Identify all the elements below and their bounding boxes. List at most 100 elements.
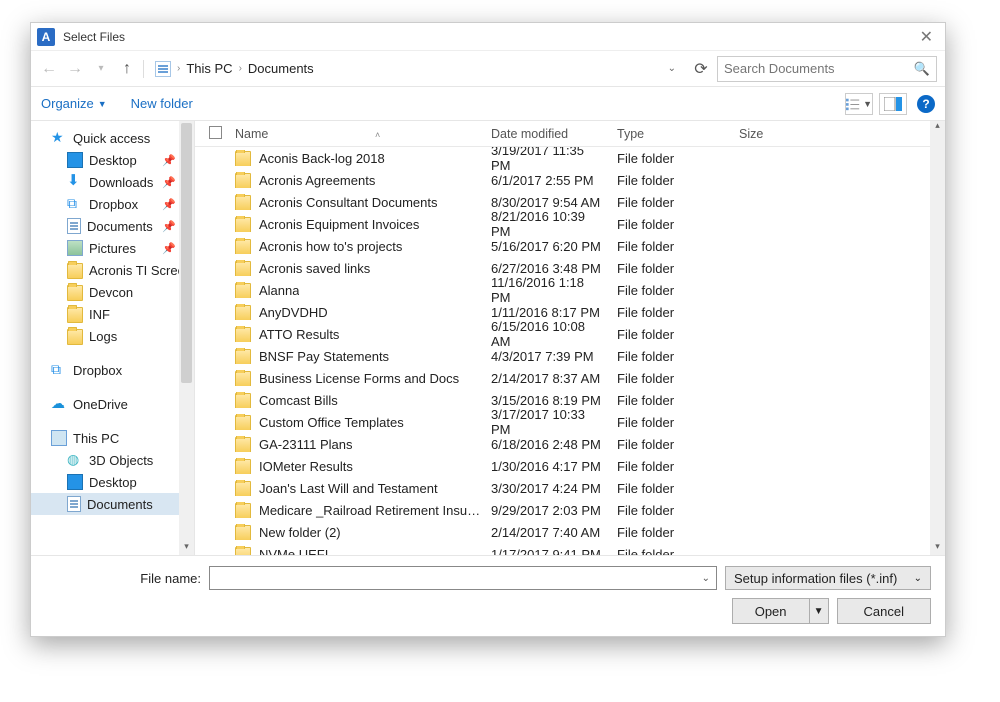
address-bar[interactable]: › This PC › Documents ⌄: [150, 56, 685, 82]
tree-item[interactable]: Desktop 📌: [31, 149, 194, 171]
search-input[interactable]: [724, 61, 914, 76]
chevron-right-icon[interactable]: ›: [173, 63, 184, 74]
chevron-right-icon[interactable]: ›: [235, 63, 246, 74]
file-row[interactable]: Alanna11/16/2016 1:18 PMFile folder: [195, 279, 930, 301]
3d-objects-icon: ◍: [67, 452, 83, 468]
file-row[interactable]: NVMe UEFI1/17/2017 9:41 PMFile folder: [195, 543, 930, 555]
open-button[interactable]: Open ▼: [732, 598, 829, 624]
desktop-icon: [67, 474, 83, 490]
file-type: File folder: [607, 481, 729, 496]
tree-item[interactable]: ◍ 3D Objects: [31, 449, 194, 471]
column-type[interactable]: Type: [607, 127, 729, 141]
file-row[interactable]: Acronis how to's projects5/16/2017 6:20 …: [195, 235, 930, 257]
scroll-up-icon[interactable]: ▴: [930, 121, 945, 135]
breadcrumb[interactable]: This PC: [184, 59, 234, 78]
file-row[interactable]: Medicare _Railroad Retirement Insura...9…: [195, 499, 930, 521]
file-row[interactable]: ATTO Results6/15/2016 10:08 AMFile folde…: [195, 323, 930, 345]
folder-icon: [235, 349, 251, 364]
tree-item[interactable]: Logs: [31, 325, 194, 347]
file-row[interactable]: Acronis Equipment Invoices8/21/2016 10:3…: [195, 213, 930, 235]
scroll-down-icon[interactable]: ▾: [930, 541, 945, 555]
tree-item[interactable]: ⧉Dropbox📌: [31, 193, 194, 215]
toolbar: Organize▼ New folder ▼ ?: [31, 87, 945, 121]
file-row[interactable]: Joan's Last Will and Testament3/30/2017 …: [195, 477, 930, 499]
recent-dropdown[interactable]: ▾: [91, 59, 111, 79]
file-name: Alanna: [259, 283, 299, 298]
file-type: File folder: [607, 195, 729, 210]
organize-menu[interactable]: Organize▼: [41, 96, 107, 111]
nav-bar: ← → ▾ ↑ › This PC › Documents ⌄ ⟳ 🔍: [31, 51, 945, 87]
tree-item[interactable]: Desktop: [31, 471, 194, 493]
tree-item-label: 3D Objects: [89, 453, 153, 468]
breadcrumb[interactable]: Documents: [246, 59, 316, 78]
column-size[interactable]: Size: [729, 127, 809, 141]
refresh-button[interactable]: ⟳: [691, 59, 711, 79]
file-row[interactable]: BNSF Pay Statements4/3/2017 7:39 PMFile …: [195, 345, 930, 367]
file-name-label: File name:: [45, 571, 201, 586]
tree-group-onedrive[interactable]: ☁ OneDrive: [31, 393, 194, 415]
help-button[interactable]: ?: [917, 95, 935, 113]
file-name-input[interactable]: ⌄: [209, 566, 717, 590]
tree-item[interactable]: Devcon: [31, 281, 194, 303]
file-scrollbar[interactable]: ▴ ▾: [930, 121, 945, 555]
folder-icon: [235, 437, 251, 452]
tree-item[interactable]: Documents📌: [31, 215, 194, 237]
file-row[interactable]: IOMeter Results1/30/2016 4:17 PMFile fol…: [195, 455, 930, 477]
tree-group-this-pc[interactable]: This PC: [31, 427, 194, 449]
file-row[interactable]: Custom Office Templates3/17/2017 10:33 P…: [195, 411, 930, 433]
cancel-button[interactable]: Cancel: [837, 598, 931, 624]
folder-icon: [235, 481, 251, 496]
search-icon[interactable]: 🔍: [914, 61, 930, 77]
file-type: File folder: [607, 459, 729, 474]
file-row[interactable]: Business License Forms and Docs2/14/2017…: [195, 367, 930, 389]
file-name: ATTO Results: [259, 327, 339, 342]
folder-icon: [235, 525, 251, 540]
tree-item[interactable]: INF: [31, 303, 194, 325]
chevron-down-icon: ⌄: [914, 573, 922, 584]
close-button[interactable]: ✕: [914, 27, 939, 47]
back-button[interactable]: ←: [39, 59, 59, 79]
search-box[interactable]: 🔍: [717, 56, 937, 82]
file-date: 9/29/2017 2:03 PM: [481, 503, 607, 518]
file-type: File folder: [607, 151, 729, 166]
file-type: File folder: [607, 393, 729, 408]
main-area: ▴ ▾ ★ Quick access Desktop 📌 ⬇Downloads📌⧉D…: [31, 121, 945, 555]
tree-group-dropbox[interactable]: ⧉ Dropbox: [31, 359, 194, 381]
file-row[interactable]: Aconis Back-log 20183/19/2017 11:35 PMFi…: [195, 147, 930, 169]
pin-icon: 📌: [162, 154, 176, 167]
file-row[interactable]: New folder (2)2/14/2017 7:40 AMFile fold…: [195, 521, 930, 543]
file-type-filter[interactable]: Setup information files (*.inf) ⌄: [725, 566, 931, 590]
file-type: File folder: [607, 415, 729, 430]
folder-icon: [67, 285, 83, 301]
file-name: Aconis Back-log 2018: [259, 151, 385, 166]
forward-button[interactable]: →: [65, 59, 85, 79]
up-button[interactable]: ↑: [117, 59, 137, 79]
tree-item[interactable]: Acronis TI Screen: [31, 259, 194, 281]
column-date[interactable]: Date modified: [481, 127, 607, 141]
address-dropdown[interactable]: ⌄: [664, 63, 680, 74]
scroll-down-icon[interactable]: ▾: [179, 541, 194, 555]
download-icon: ⬇: [67, 174, 83, 190]
file-row[interactable]: GA-23111 Plans6/18/2016 2:48 PMFile fold…: [195, 433, 930, 455]
new-folder-button[interactable]: New folder: [131, 96, 193, 111]
sidebar-scrollbar[interactable]: ▴ ▾: [179, 121, 194, 555]
tree-item[interactable]: ⬇Downloads📌: [31, 171, 194, 193]
file-type: File folder: [607, 217, 729, 232]
column-checkbox[interactable]: [195, 126, 225, 142]
chevron-down-icon[interactable]: ⌄: [702, 573, 710, 584]
tree-item[interactable]: Documents: [31, 493, 194, 515]
cloud-icon: ☁: [51, 396, 67, 412]
preview-pane-button[interactable]: [879, 93, 907, 115]
column-name[interactable]: Name ˄: [225, 127, 481, 141]
tree-item-label: Desktop: [89, 153, 156, 168]
file-type: File folder: [607, 239, 729, 254]
file-row[interactable]: Acronis Agreements6/1/2017 2:55 PMFile f…: [195, 169, 930, 191]
view-mode-button[interactable]: ▼: [845, 93, 873, 115]
tree-item[interactable]: Pictures📌: [31, 237, 194, 259]
file-type: File folder: [607, 437, 729, 452]
file-name: Comcast Bills: [259, 393, 338, 408]
scrollbar-thumb[interactable]: [181, 123, 192, 383]
file-name: Acronis saved links: [259, 261, 370, 276]
open-dropdown[interactable]: ▼: [810, 606, 828, 617]
tree-group-quick-access[interactable]: ★ Quick access: [31, 127, 194, 149]
